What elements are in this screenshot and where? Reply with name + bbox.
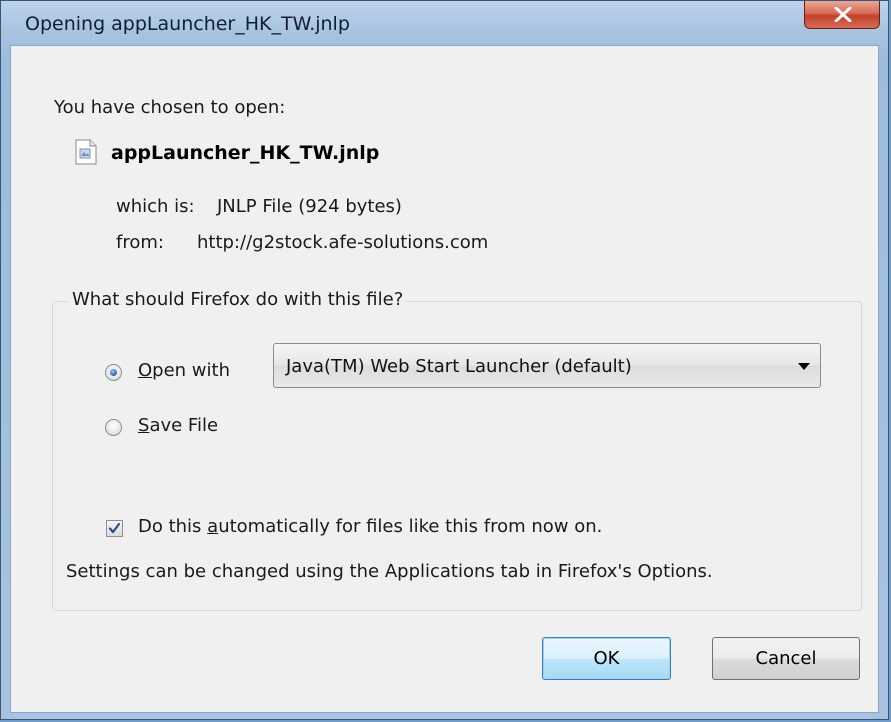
close-button[interactable]	[804, 1, 880, 29]
check-icon	[108, 522, 121, 534]
from-label: from:	[116, 232, 164, 253]
generic-file-icon	[75, 139, 97, 165]
window-title: Opening appLauncher_HK_TW.jnlp	[25, 13, 350, 35]
save-file-label[interactable]: Save File	[138, 415, 218, 436]
file-name: appLauncher_HK_TW.jnlp	[111, 142, 380, 164]
open-with-radio[interactable]	[105, 364, 122, 381]
auto-action-checkbox[interactable]	[106, 520, 123, 537]
close-icon	[834, 7, 852, 22]
cancel-button[interactable]: Cancel	[712, 637, 860, 680]
application-select[interactable]: Java(TM) Web Start Launcher (default)	[273, 343, 821, 388]
source-url-value: http://g2stock.afe-solutions.com	[197, 232, 489, 253]
file-type-value: JNLP File (924 bytes)	[217, 196, 402, 217]
dialog-client-area: You have chosen to open: appLauncher_HK_…	[10, 45, 879, 713]
which-is-label: which is:	[116, 196, 195, 217]
title-bar[interactable]: Opening appLauncher_HK_TW.jnlp	[1, 1, 888, 45]
open-with-label[interactable]: Open with	[138, 360, 230, 381]
open-prompt: You have chosen to open:	[54, 97, 286, 118]
settings-note: Settings can be changed using the Applic…	[66, 561, 713, 582]
download-dialog-window: Opening appLauncher_HK_TW.jnlp You have …	[0, 0, 889, 720]
radio-selected-dot	[110, 369, 117, 376]
auto-action-label[interactable]: Do this automatically for files like thi…	[138, 516, 602, 537]
chevron-down-icon	[798, 363, 810, 370]
ok-button[interactable]: OK	[542, 637, 671, 680]
save-file-radio[interactable]	[105, 419, 122, 436]
application-select-value: Java(TM) Web Start Launcher (default)	[286, 356, 632, 377]
action-group-legend: What should Firefox do with this file?	[68, 289, 408, 310]
